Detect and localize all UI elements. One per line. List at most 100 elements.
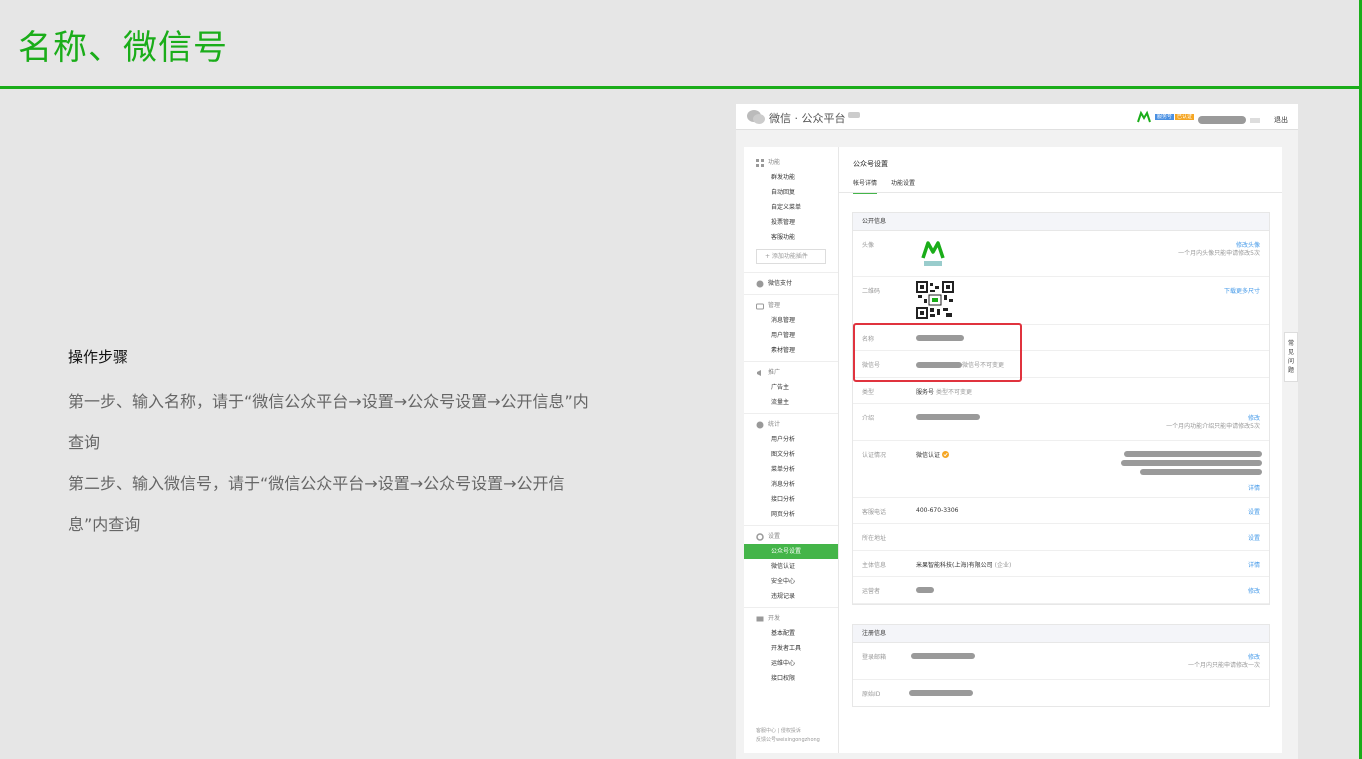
sidebar-item-materials[interactable]: 素材管理 bbox=[744, 343, 838, 358]
edit-operator-link[interactable]: 修改 bbox=[1248, 586, 1260, 595]
account-verified-badge: 已认证 bbox=[1174, 114, 1194, 120]
sidebar-item-mass-send[interactable]: 群发功能 bbox=[744, 170, 838, 185]
sidebar-item-violations[interactable]: 违规记录 bbox=[744, 589, 838, 604]
sidebar-item-account-settings[interactable]: 公众号设置 bbox=[744, 544, 838, 559]
footer-links[interactable]: 客服中心 | 侵权投诉 bbox=[756, 727, 820, 736]
sidebar-item-web-analysis[interactable]: 网页分析 bbox=[744, 507, 838, 522]
email-label: 登录邮箱 bbox=[862, 654, 887, 661]
platform-topbar: 微信 · 公众平台 服务号 已认证 退出 bbox=[736, 104, 1298, 130]
public-info-header: 公开信息 bbox=[853, 213, 1269, 231]
sidebar-footer: 客服中心 | 侵权投诉 反馈公号weixingongzhong bbox=[756, 727, 820, 745]
sidebar-item-basic-config[interactable]: 基本配置 bbox=[744, 626, 838, 641]
address-row: 所在地址 设置 bbox=[853, 524, 1269, 551]
qrcode-row: 二维码 下载更多尺寸 bbox=[853, 277, 1269, 325]
wechat-logo-icon bbox=[747, 110, 765, 124]
step-one-text: 第一步、输入名称，请于“微信公众平台→设置→公众号设置→公开信息”内查询 bbox=[68, 392, 589, 452]
sidebar-item-dev-tools[interactable]: 开发者工具 bbox=[744, 641, 838, 656]
sidebar-item-wechat-verify[interactable]: 微信认证 bbox=[744, 559, 838, 574]
entity-label: 主体信息 bbox=[862, 562, 887, 569]
intro-note: 一个月内功能介绍只能申请修改5次 bbox=[1166, 423, 1260, 430]
sidebar-item-auto-reply[interactable]: 自动回复 bbox=[744, 185, 838, 200]
account-area[interactable]: 服务号 已认证 退出 bbox=[1137, 109, 1288, 125]
pay-icon bbox=[756, 280, 764, 287]
sidebar-item-security[interactable]: 安全中心 bbox=[744, 574, 838, 589]
sidebar-item-api-analysis[interactable]: 接口分析 bbox=[744, 492, 838, 507]
promote-icon bbox=[757, 369, 761, 376]
manage-icon bbox=[756, 303, 764, 309]
sidebar-group-promote: 推广 bbox=[744, 365, 838, 380]
email-note: 一个月内只能申请修改一次 bbox=[1187, 662, 1260, 669]
entity-value: 米果智能科技(上海)有限公司 (企业) bbox=[916, 562, 1012, 569]
sidebar-divider bbox=[744, 607, 838, 608]
entity-details-link[interactable]: 详情 bbox=[1248, 560, 1260, 569]
sidebar-item-messages[interactable]: 消息管理 bbox=[744, 313, 838, 328]
entity-row: 主体信息 米果智能科技(上海)有限公司 (企业) 详情 bbox=[853, 551, 1269, 577]
registration-info-panel: 注册信息 登录邮箱 修改 一个月内只能申请修改一次 原始ID bbox=[852, 624, 1270, 707]
sidebar-item-menu-analysis[interactable]: 菜单分析 bbox=[744, 462, 838, 477]
sidebar-group-settings: 设置 bbox=[744, 529, 838, 544]
intro-row: 介绍 修改 一个月内功能介绍只能申请修改5次 bbox=[853, 404, 1269, 441]
sidebar-item-customer-service[interactable]: 客服功能 bbox=[744, 230, 838, 245]
sidebar-item-api-permissions[interactable]: 接口权限 bbox=[744, 671, 838, 686]
sidebar-divider bbox=[744, 413, 838, 414]
verify-label: 认证情况 bbox=[862, 452, 887, 459]
avatar-logo-icon bbox=[921, 241, 945, 266]
dev-icon bbox=[756, 616, 764, 621]
grid-icon bbox=[756, 158, 764, 167]
sidebar-divider bbox=[744, 525, 838, 526]
verify-details-redacted bbox=[1121, 451, 1262, 475]
original-id-redacted bbox=[909, 690, 973, 698]
intro-label: 介绍 bbox=[862, 415, 875, 422]
faq-side-tab[interactable]: 常见问题 bbox=[1284, 332, 1298, 382]
steps-section: 操作步骤 第一步、输入名称，请于“微信公众平台→设置→公众号设置→公开信息”内查… bbox=[68, 346, 598, 545]
registration-info-header: 注册信息 bbox=[853, 625, 1269, 643]
add-plugin-button[interactable]: + 添加功能插件 bbox=[756, 249, 826, 264]
sidebar-group-develop: 开发 bbox=[744, 611, 838, 626]
tabs-divider bbox=[839, 192, 1282, 193]
operator-row: 运营者 修改 bbox=[853, 577, 1269, 604]
verify-row: 认证情况 微信认证 详情 bbox=[853, 441, 1269, 498]
sidebar-item-custom-menu[interactable]: 自定义菜单 bbox=[744, 200, 838, 215]
stats-icon bbox=[756, 421, 764, 428]
phone-label: 客服电话 bbox=[862, 509, 887, 516]
beta-badge-icon bbox=[847, 112, 860, 118]
step-two-text: 第二步、输入微信号，请于“微信公众平台→设置→公众号设置→公开信息”内查询 bbox=[68, 474, 565, 534]
highlight-box bbox=[853, 323, 1022, 382]
set-address-link[interactable]: 设置 bbox=[1248, 533, 1260, 542]
sidebar-item-user-analysis[interactable]: 用户分析 bbox=[744, 432, 838, 447]
sidebar-item-ops-center[interactable]: 运维中心 bbox=[744, 656, 838, 671]
verified-badge-icon bbox=[942, 451, 950, 458]
verify-details-link[interactable]: 详情 bbox=[1248, 483, 1260, 492]
sidebar-divider bbox=[744, 361, 838, 362]
address-label: 所在地址 bbox=[862, 535, 887, 542]
sidebar-item-publisher[interactable]: 流量主 bbox=[744, 395, 838, 410]
public-info-panel: 公开信息 头像 修改头像 一个月内头像只能申请修改5次 二维码 下载更多尺寸 名… bbox=[852, 212, 1270, 605]
settings-icon bbox=[756, 532, 764, 541]
download-qrcode-link[interactable]: 下载更多尺寸 bbox=[1224, 286, 1260, 295]
account-type-badge: 服务号 bbox=[1154, 114, 1174, 120]
email-value-redacted bbox=[911, 653, 975, 661]
sidebar-item-advertiser[interactable]: 广告主 bbox=[744, 380, 838, 395]
logout-link[interactable]: 退出 bbox=[1274, 115, 1288, 125]
avatar-row: 头像 修改头像 一个月内头像只能申请修改5次 bbox=[853, 231, 1269, 277]
sidebar-item-wechat-pay[interactable]: 微信支付 bbox=[744, 276, 838, 291]
original-id-label: 原始ID bbox=[862, 691, 881, 698]
original-id-row: 原始ID bbox=[853, 680, 1269, 706]
settings-card: 功能 群发功能 自动回复 自定义菜单 投票管理 客服功能 + 添加功能插件 微信… bbox=[744, 147, 1282, 753]
type-value: 服务号 类型不可变更 bbox=[916, 389, 972, 396]
sidebar-divider bbox=[744, 294, 838, 295]
sidebar-item-message-analysis[interactable]: 消息分析 bbox=[744, 477, 838, 492]
account-name-redacted bbox=[1198, 116, 1246, 124]
sidebar-item-users[interactable]: 用户管理 bbox=[744, 328, 838, 343]
steps-heading: 操作步骤 bbox=[68, 348, 129, 366]
sidebar: 功能 群发功能 自动回复 自定义菜单 投票管理 客服功能 + 添加功能插件 微信… bbox=[744, 147, 839, 753]
set-phone-link[interactable]: 设置 bbox=[1248, 507, 1260, 516]
sidebar-item-article-analysis[interactable]: 图文分析 bbox=[744, 447, 838, 462]
sidebar-item-vote[interactable]: 投票管理 bbox=[744, 215, 838, 230]
avatar-label: 头像 bbox=[862, 242, 875, 249]
page-title: 公众号设置 bbox=[853, 160, 888, 168]
sidebar-divider bbox=[744, 272, 838, 273]
platform-screenshot: 微信 · 公众平台 服务号 已认证 退出 功能 群发功能 自动回复 自定义菜单 … bbox=[736, 104, 1298, 759]
sidebar-group-function: 功能 bbox=[744, 155, 838, 170]
email-row: 登录邮箱 修改 一个月内只能申请修改一次 bbox=[853, 643, 1269, 680]
